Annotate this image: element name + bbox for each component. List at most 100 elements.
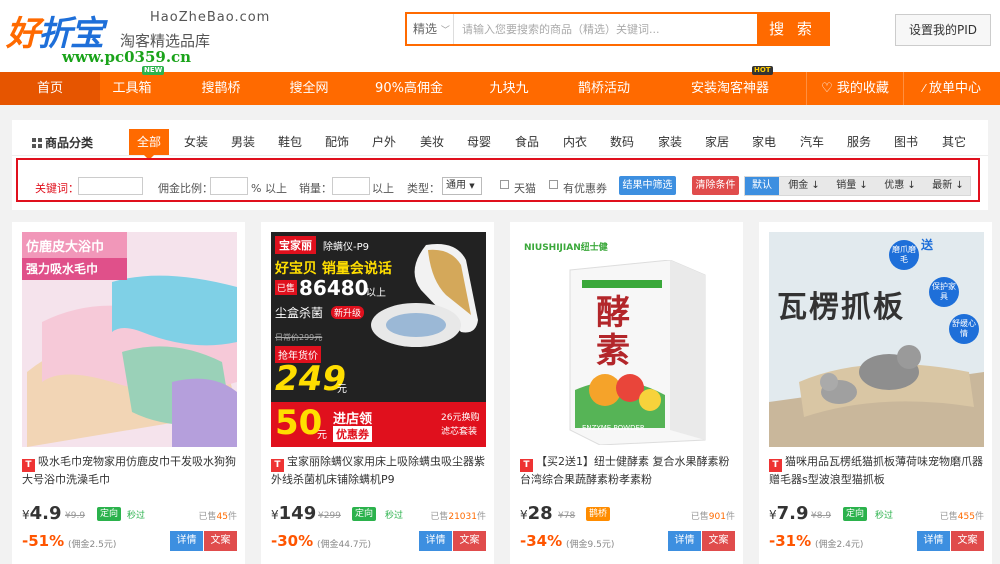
sort-commission[interactable]: 佣金 ↓: [781, 177, 827, 195]
tmall-icon: T: [769, 459, 782, 472]
detail-button[interactable]: 详情: [668, 531, 701, 551]
tab-underwear[interactable]: 内衣: [555, 129, 595, 155]
keyword-input[interactable]: [78, 177, 143, 195]
image-brand: 宝家丽: [275, 236, 316, 254]
tab-outdoor[interactable]: 户外: [364, 129, 404, 155]
nav-search-queqiao[interactable]: 搜鹊桥: [177, 72, 265, 105]
sold-value: 901: [708, 512, 726, 522]
product-title[interactable]: T 猫咪用品瓦楞纸猫抓板薄荷味宠物磨爪器赠毛器s型波浪型猫抓板: [769, 454, 985, 488]
sold-count: 已售901件: [691, 509, 735, 522]
category-title-label: 商品分类: [45, 136, 94, 150]
sales-label: 销量：: [299, 182, 332, 195]
clear-filters-button[interactable]: 清除条件: [692, 176, 739, 195]
tab-food[interactable]: 食品: [507, 129, 547, 155]
copy-text-button[interactable]: 文案: [702, 531, 735, 551]
search-box: 精选 ﹀ 搜 索: [405, 12, 830, 46]
product-card: 仿鹿皮大浴巾 强力吸水毛巾 T 吸水毛巾宠物家用仿鹿皮巾干发吸水狗狗大号浴巾洗澡毛…: [12, 222, 245, 564]
tab-shoes-bags[interactable]: 鞋包: [270, 129, 310, 155]
cat-scratcher-illustration: [769, 232, 984, 447]
product-title[interactable]: T 宝家丽除螨仪家用床上吸除螨虫吸尘器紫外线杀菌机床铺除螨机P9: [271, 454, 487, 488]
detail-button[interactable]: 详情: [917, 531, 950, 551]
product-card: 瓦楞抓板 送 磨爪磨毛 保护家具 舒缓心情 T 猫咪用品瓦楞纸猫抓板薄荷味宠物磨爪…: [759, 222, 992, 564]
price-value: 149: [278, 503, 317, 524]
sort-newest[interactable]: 最新 ↓: [925, 177, 971, 195]
tab-all[interactable]: 全部: [129, 129, 169, 160]
hot-badge: HOT: [752, 66, 773, 75]
product-image[interactable]: 瓦楞抓板 送 磨爪磨毛 保护家具 舒缓心情: [769, 232, 984, 447]
sort-discount[interactable]: 优惠 ↓: [877, 177, 923, 195]
price-value: 28: [527, 503, 553, 524]
nav-release-center[interactable]: ⁄ 放单中心: [904, 72, 1000, 105]
nav-home[interactable]: 首页: [0, 72, 100, 105]
product-image[interactable]: 宝家丽 除螨仪-P9 好宝贝 销量会说话 已售 86480 以上 尘盒杀菌 新升…: [271, 232, 486, 447]
sort-sales[interactable]: 销量 ↓: [829, 177, 875, 195]
detail-button[interactable]: 详情: [419, 531, 452, 551]
image-coupon-a: 进店领: [333, 412, 373, 427]
product-title[interactable]: T 吸水毛巾宠物家用仿鹿皮巾干发吸水狗狗大号浴巾洗澡毛巾: [22, 454, 238, 488]
tmall-icon: T: [271, 459, 284, 472]
tab-home[interactable]: 家居: [697, 129, 737, 155]
tab-men[interactable]: 男装: [223, 129, 263, 155]
release-icon: ⁄: [923, 82, 925, 95]
discount-percent: -31%: [769, 532, 812, 550]
product-price: ¥28: [520, 503, 553, 524]
product-image[interactable]: NIUSHIJIAN纽士健 酵素 ENZYME POWDER: [520, 232, 735, 447]
original-price: ¥8.9: [811, 511, 832, 521]
directed-tag: 定向: [843, 507, 868, 521]
tmall-checkbox[interactable]: [500, 180, 509, 189]
search-button[interactable]: 搜 索: [757, 14, 828, 44]
nav-high-commission[interactable]: 90%高佣金: [353, 72, 465, 105]
tab-decoration[interactable]: 家装: [650, 129, 690, 155]
sort-default[interactable]: 默认: [745, 177, 779, 195]
copy-text-button[interactable]: 文案: [204, 531, 237, 551]
image-headline: 仿鹿皮大浴巾: [26, 240, 105, 255]
search-input[interactable]: [455, 14, 757, 44]
tab-accessories[interactable]: 配饰: [317, 129, 357, 155]
commission-amount: (佣金9.5元): [566, 540, 615, 550]
detail-button[interactable]: 详情: [170, 531, 203, 551]
set-pid-button[interactable]: 设置我的PID: [895, 14, 991, 46]
product-price: ¥7.9: [769, 503, 809, 524]
coupon-checkbox[interactable]: [549, 180, 558, 189]
image-gift-b: 滤芯套装: [441, 427, 478, 437]
product-title[interactable]: T 【买2送1】纽士健酵素 复合水果酵素粉台湾综合果蔬酵素粉孝素粉: [520, 454, 736, 488]
tab-car[interactable]: 汽车: [792, 129, 832, 155]
image-title: 瓦楞抓板: [777, 290, 905, 325]
image-gift: 26元换购: [441, 413, 480, 423]
commission-label: 佣金比例：: [158, 182, 213, 195]
filter-results-button[interactable]: 结果中筛选: [619, 176, 676, 195]
tab-service[interactable]: 服务: [839, 129, 879, 155]
search-category-select[interactable]: 精选 ﹀: [407, 14, 454, 44]
image-tag: 舒缓心情: [949, 314, 979, 344]
tab-beauty[interactable]: 美妆: [412, 129, 452, 155]
nav-favorites[interactable]: ♡ 我的收藏: [807, 72, 903, 105]
image-tag: 保护家具: [929, 277, 959, 307]
discount-percent: -51%: [22, 532, 65, 550]
sales-input[interactable]: [332, 177, 370, 195]
copy-text-button[interactable]: 文案: [453, 531, 486, 551]
type-select[interactable]: 通用 ▼: [442, 177, 482, 195]
tab-books[interactable]: 图书: [886, 129, 926, 155]
commission-input[interactable]: [210, 177, 248, 195]
coupon-label: 有优惠券: [563, 182, 607, 195]
new-badge: NEW: [142, 66, 165, 75]
tab-appliance[interactable]: 家电: [744, 129, 784, 155]
tab-digital[interactable]: 数码: [602, 129, 642, 155]
product-image[interactable]: 仿鹿皮大浴巾 强力吸水毛巾: [22, 232, 237, 447]
nav-toolbox[interactable]: 工具箱: [87, 72, 177, 105]
nav-search-all[interactable]: 搜全网: [265, 72, 353, 105]
copy-text-button[interactable]: 文案: [951, 531, 984, 551]
image-sold-prefix: 已售: [275, 280, 297, 295]
tab-women[interactable]: 女装: [176, 129, 216, 155]
queqiao-tag: 鹊桥: [586, 507, 611, 521]
nav-install-tool[interactable]: 安装淘客神器: [655, 72, 805, 105]
image-brand: NIUSHIJIAN纽士健: [524, 243, 608, 253]
nav-queqiao-activity[interactable]: 鹊桥活动: [553, 72, 655, 105]
instant-tag: 秒过: [875, 511, 894, 521]
tab-baby[interactable]: 母婴: [459, 129, 499, 155]
tab-other[interactable]: 其它: [934, 129, 974, 155]
price-value: 7.9: [776, 503, 809, 524]
sold-suffix: 件: [725, 512, 735, 522]
nav-nine-nine[interactable]: 九块九: [465, 72, 553, 105]
image-enzyme-word: 酵素: [596, 293, 630, 371]
